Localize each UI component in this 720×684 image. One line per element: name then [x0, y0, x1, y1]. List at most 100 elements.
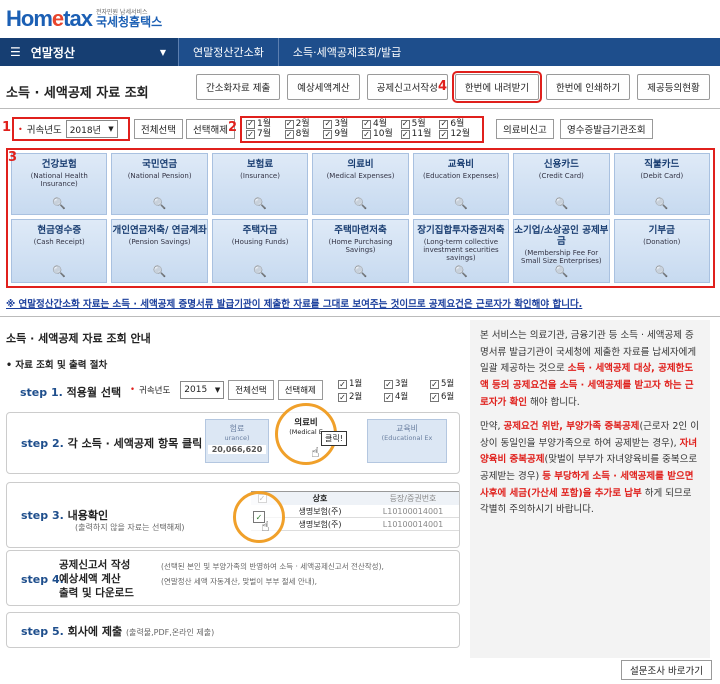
- checkbox-icon: ✓: [338, 379, 347, 389]
- nav-menu-label: 연말정산: [30, 45, 75, 60]
- deduction-tile-7[interactable]: 직불카드 (Debit Card) 🔍: [613, 153, 710, 216]
- deduction-tile-14[interactable]: 기부금 (Donation) 🔍: [613, 219, 710, 283]
- nav-menu-year-end[interactable]: ☰ 연말정산 ▼: [0, 38, 178, 66]
- checkbox-icon[interactable]: ✓: [284, 130, 294, 140]
- checkbox-icon[interactable]: ✓: [362, 130, 371, 140]
- deduction-tile-6[interactable]: 신용카드 (Credit Card) 🔍: [513, 153, 610, 216]
- deduction-tile-1[interactable]: 건강보험 (National Health Insurance) 🔍: [11, 153, 108, 216]
- checkbox-icon[interactable]: ✓: [284, 119, 294, 129]
- tile-title: 현금영수증: [37, 225, 82, 237]
- step-1: step 1. 적용월 선택 • 귀속년도 2015 ▼ 전체선택 선택해제 ✓ 1…: [6, 372, 460, 410]
- search-icon: 🔍: [152, 197, 167, 211]
- hometax-logo[interactable]: Hometax 전자민원 납세서비스 국세청홈택스: [6, 6, 162, 31]
- deduction-tile-3[interactable]: 보험료 (Insurance) 🔍: [211, 153, 309, 216]
- search-icon: 🔍: [353, 197, 368, 211]
- print-all-button[interactable]: 한번에 인쇄하기: [546, 74, 631, 100]
- year-select[interactable]: 2018년 ▼: [65, 120, 118, 138]
- medical-report-button[interactable]: 의료비신고: [496, 119, 554, 139]
- month-checkbox-9[interactable]: ✓ 9월: [323, 130, 362, 141]
- download-all-button[interactable]: 한번에 내려받기: [451, 71, 543, 103]
- search-icon: 🔍: [253, 197, 267, 211]
- search-icon: 🔍: [353, 265, 368, 278]
- checkbox-icon[interactable]: ✓: [400, 130, 410, 140]
- deduction-tile-13[interactable]: 소기업/소상공인 공제부금 (Membership Fee For Small S…: [513, 219, 610, 283]
- tile-title: 신용카드: [543, 159, 579, 170]
- breadcrumb-simplified[interactable]: 연말정산간소화: [178, 38, 278, 66]
- checkbox-icon[interactable]: ✓: [246, 119, 255, 129]
- required-dot-icon: •: [130, 385, 136, 395]
- step-3-row-name: 생명보험(주): [298, 506, 342, 516]
- step-1-title: 적용월 선택: [66, 386, 122, 399]
- month-checkbox-11[interactable]: ✓ 11월: [400, 129, 440, 141]
- breadcrumb-deduction-inquiry[interactable]: 소득·세액공제조회/발급: [277, 38, 415, 66]
- checkbox-icon[interactable]: ✓: [439, 119, 449, 129]
- tile-subtitle: (National Pension): [127, 171, 192, 180]
- year-label: 귀속년도: [26, 125, 62, 136]
- checkbox-icon[interactable]: ✓: [323, 119, 333, 129]
- month-label: 11월: [411, 129, 432, 140]
- deduction-tile-8[interactable]: 현금영수증 (Cash Receipt) 🔍: [11, 219, 108, 283]
- step-2: step 2. 각 소득 · 세액공제 항목 클릭 험료 urance) 20,…: [6, 403, 460, 474]
- write-declaration-button[interactable]: 공제신고서작성: [366, 74, 448, 100]
- tile-title: 소기업/소상공인 공제부금: [514, 225, 609, 247]
- marker-3: 3: [8, 150, 18, 165]
- step-1-demo: • 귀속년도 2015 ▼ 전체선택 선택해제: [130, 380, 323, 400]
- month-checkbox-3[interactable]: ✓ 3월: [323, 119, 362, 130]
- checkbox-icon[interactable]: ✓: [439, 130, 449, 140]
- month-checkbox-2[interactable]: ✓ 2월: [284, 119, 324, 130]
- month-checkbox-7[interactable]: ✓ 7월: [246, 130, 285, 141]
- month-checkbox-4[interactable]: ✓ 4월: [362, 119, 401, 130]
- marker-1: 1: [2, 120, 12, 135]
- search-icon: 🔍: [52, 265, 67, 278]
- month-label: 8월: [295, 129, 310, 140]
- search-icon: 🔍: [654, 265, 669, 278]
- month-label: 6월: [450, 118, 465, 129]
- checkbox-icon: ✓: [384, 379, 393, 389]
- tile-subtitle: (Housing Funds): [231, 237, 289, 246]
- tile-subtitle: (Pension Savings): [128, 237, 191, 246]
- deduction-tile-9[interactable]: 개인연금저축/ 연금계좌 (Pension Savings) 🔍: [111, 219, 208, 283]
- month-label: 5월: [411, 118, 426, 129]
- checkbox-icon[interactable]: ✓: [362, 119, 371, 129]
- step-1-deselect: 선택해제: [277, 380, 323, 400]
- page-title: 소득 · 세액공제 자료 조회: [6, 86, 149, 101]
- step-4-desc-1: (선택된 본인 및 부양가족의 반영하여 소득 · 세액공제신고서 전산작성),: [161, 562, 384, 571]
- month-checkbox-10[interactable]: ✓ 10월: [362, 130, 401, 141]
- deduction-tile-grid: 건강보험 (National Health Insurance) 🔍 국민연금 (Nat…: [6, 148, 715, 288]
- month-checkbox-5[interactable]: ✓ 5월: [400, 118, 440, 130]
- month-checkbox-12[interactable]: ✓ 12월: [439, 130, 478, 141]
- survey-button[interactable]: 설문조사 바로가기: [621, 660, 712, 680]
- hand-cursor-icon: ☝: [261, 519, 270, 535]
- deduction-tile-4[interactable]: 의료비 (Medical Expenses) 🔍: [312, 153, 409, 216]
- checkbox-icon[interactable]: ✓: [323, 130, 333, 140]
- month-checkbox-1[interactable]: ✓ 1월: [246, 119, 285, 130]
- note-text: 해야 합니다.: [527, 396, 580, 408]
- step-2-medical-label: 의료비: [294, 418, 318, 428]
- submit-simplified-button[interactable]: 간소화자료 제출: [196, 74, 281, 100]
- estimated-tax-button[interactable]: 예상세액계산: [287, 74, 360, 100]
- search-icon: 🔍: [152, 265, 167, 278]
- deduction-tile-10[interactable]: 주택자금 (Housing Funds) 🔍: [211, 219, 309, 283]
- provision-status-button[interactable]: 제공등의현황: [637, 74, 710, 100]
- tile-title: 건강보험: [41, 159, 77, 170]
- step-2-insurance-en: urance): [224, 434, 250, 442]
- month-checkbox-6[interactable]: ✓ 6월: [439, 119, 478, 130]
- deduction-tile-2[interactable]: 국민연금 (National Pension) 🔍: [111, 153, 208, 216]
- month-checkbox-8[interactable]: ✓ 8월: [284, 129, 324, 141]
- month-label: 10월: [373, 129, 393, 140]
- step-2-title: 각 소득 · 세액공제 항목 클릭: [67, 437, 203, 450]
- step-1-year-label: 귀속년도: [139, 386, 171, 396]
- checkbox-icon[interactable]: ✓: [246, 130, 255, 140]
- month-label: 6월: [441, 392, 455, 403]
- deduction-tile-12[interactable]: 장기집합투자증권저축 (Long-term collective investme…: [412, 219, 510, 283]
- checkbox-icon[interactable]: ✓: [400, 119, 410, 129]
- select-all-button[interactable]: 전체선택: [134, 119, 183, 139]
- step-3-title: 내용확인: [67, 509, 109, 522]
- deduction-tile-5[interactable]: 교육비 (Education Expenses) 🔍: [412, 153, 510, 216]
- step-2-amount: 20,066,620: [208, 445, 266, 454]
- receipt-issuer-button[interactable]: 영수증발급기관조회: [560, 119, 653, 139]
- deduction-tile-11[interactable]: 주택마련저축 (Home Purchasing Savings) 🔍: [312, 219, 409, 283]
- step-3-row-number: L10100014001: [382, 519, 444, 529]
- tile-subtitle: (Medical Expenses): [326, 171, 395, 180]
- step-1-no: step 1.: [20, 386, 63, 399]
